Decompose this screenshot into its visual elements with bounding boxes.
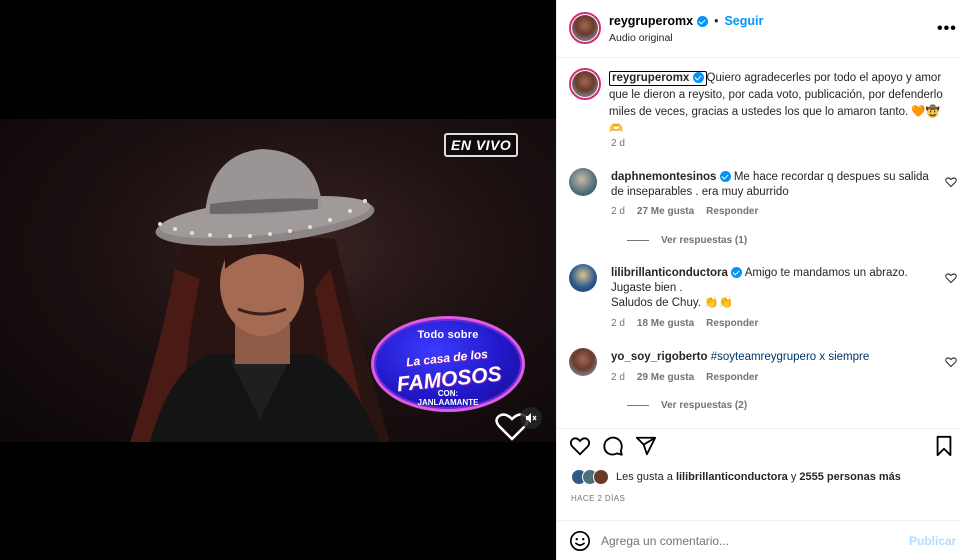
promo-logo: Todo sobre La casa de los FAMOSOS CON: J… (371, 316, 525, 412)
comment-hashtag[interactable]: #soyteamreygrupero x siempre (711, 351, 870, 363)
action-bar (557, 428, 960, 460)
author-avatar[interactable] (569, 12, 601, 44)
comment-meta: 2 d 18 Me gusta Responder (611, 318, 758, 329)
comment-bubble-icon[interactable] (602, 435, 624, 457)
comment-likes[interactable]: 18 Me gusta (637, 318, 694, 329)
reply-button[interactable]: Responder (706, 372, 758, 383)
verified-icon (719, 171, 731, 183)
likes-middle: y (787, 471, 800, 483)
comment-like-icon[interactable] (945, 176, 957, 188)
comment-username[interactable]: lilibrillanticonductora (611, 267, 728, 279)
comment-like-icon[interactable] (945, 272, 957, 284)
publish-button[interactable]: Publicar (909, 534, 956, 548)
comment-username[interactable]: daphnemontesinos (611, 171, 716, 183)
separator: • (714, 14, 719, 28)
comment-input[interactable] (601, 530, 901, 552)
follow-button[interactable]: Seguir (724, 14, 763, 28)
caption-username[interactable]: reygruperomx (609, 71, 707, 86)
emoji-icon[interactable] (569, 530, 591, 552)
share-send-icon[interactable] (635, 435, 657, 457)
comment-text-line-2: Jugaste bien . (611, 282, 683, 294)
comment-text-block: yo_soy_rigoberto #soyteamreygrupero x si… (611, 350, 941, 365)
likes-user[interactable]: lilibrillanticonductora (676, 471, 788, 483)
bookmark-icon[interactable] (933, 435, 955, 457)
verified-icon (731, 267, 743, 279)
comment-text-block: lilibrillanticonductora Amigo te mandamo… (611, 266, 941, 311)
comment-box: Publicar (557, 520, 960, 560)
promo-sub-text: CON: JANLAAMANTE (374, 389, 522, 407)
post-header: reygruperomx • Seguir Audio original ••• (557, 0, 960, 58)
comment-meta: 2 d 27 Me gusta Responder (611, 206, 758, 217)
view-replies-button[interactable]: Ver respuestas (2) (627, 400, 747, 411)
comment-avatar[interactable] (569, 168, 597, 196)
comment-age: 2 d (611, 372, 625, 383)
caption-username-text[interactable]: reygruperomx (612, 72, 689, 84)
author-username[interactable]: reygruperomx (609, 14, 693, 28)
more-options-icon[interactable]: ••• (937, 20, 957, 38)
reply-button[interactable]: Responder (706, 318, 758, 329)
promo-sub-line-1: CON: (437, 389, 459, 398)
live-badge: EN VIVO (444, 133, 519, 157)
comment-age: 2 d (611, 206, 625, 217)
likes-text: Les gusta a lilibrillanticonductora y 25… (616, 471, 901, 483)
view-replies-label[interactable]: Ver respuestas (2) (661, 400, 747, 411)
comment-likes[interactable]: 29 Me gusta (637, 372, 694, 383)
audio-link[interactable]: Audio original (609, 32, 673, 44)
replies-divider (627, 240, 649, 241)
view-replies-button[interactable]: Ver respuestas (1) (627, 235, 747, 246)
verified-icon (697, 15, 709, 27)
comment-likes[interactable]: 27 Me gusta (637, 206, 694, 217)
comment-text-line-1: Amigo te mandamos un abrazo. (744, 267, 908, 279)
mute-button[interactable] (520, 407, 542, 429)
caption-age: 2 d (611, 138, 625, 149)
likes-summary: Les gusta a lilibrillanticonductora y 25… (571, 468, 901, 486)
speaker-muted-icon (526, 413, 537, 423)
promo-sub-line-2: JANLAAMANTE (417, 398, 479, 407)
view-replies-label[interactable]: Ver respuestas (1) (661, 235, 747, 246)
comment-username[interactable]: yo_soy_rigoberto (611, 351, 708, 363)
like-heart-icon[interactable] (569, 435, 591, 457)
replies-divider (627, 405, 649, 406)
verified-icon (692, 72, 704, 84)
comment-meta: 2 d 29 Me gusta Responder (611, 372, 758, 383)
liker-avatar[interactable] (593, 469, 609, 485)
comment-like-icon[interactable] (945, 356, 957, 368)
caption-avatar[interactable] (569, 68, 601, 100)
post-panel: reygruperomx • Seguir Audio original •••… (556, 0, 960, 560)
reply-button[interactable]: Responder (706, 206, 758, 217)
comment-text-line-3: Saludos de Chuy. 👏👏 (611, 297, 733, 309)
posted-ago[interactable]: HACE 2 DÍAS (571, 494, 625, 503)
video-player[interactable]: EN VIVO Todo sobre La casa de los FAMOSO… (0, 119, 556, 442)
caption-text-block: reygruperomx Quiero agradecerles por tod… (609, 70, 954, 138)
comment-text-block: daphnemontesinos Me hace recordar q desp… (611, 170, 941, 200)
media-panel: EN VIVO Todo sobre La casa de los FAMOSO… (0, 0, 556, 560)
comment-age: 2 d (611, 318, 625, 329)
author-line: reygruperomx • Seguir (609, 14, 763, 28)
comment-avatar[interactable] (569, 348, 597, 376)
likes-prefix: Les gusta a (616, 471, 676, 483)
comment-avatar[interactable] (569, 264, 597, 292)
likes-count[interactable]: 2555 personas más (799, 471, 901, 483)
